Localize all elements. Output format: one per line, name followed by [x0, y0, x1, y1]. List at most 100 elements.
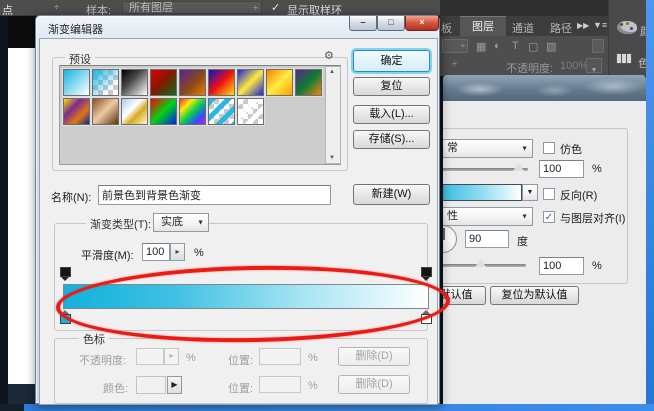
filter-adjustment-icon[interactable]: ◐ — [494, 40, 501, 52]
bottom-dark-corner — [0, 404, 24, 411]
blend-mode-value-partial: 常 — [447, 142, 458, 154]
minimize-button[interactable]: – — [349, 16, 377, 31]
tab-partial-swatches[interactable]: 板 — [441, 20, 452, 36]
spinner-icon: ÷ — [253, 2, 258, 14]
opacity-stop-left[interactable] — [60, 267, 71, 281]
tab-layers-label: 图层 — [472, 21, 494, 33]
spinner-icon[interactable]: ÷ — [452, 59, 457, 69]
align-with-layer-checkbox[interactable]: ✓ — [543, 211, 555, 223]
layer-opacity-value: 100% — [560, 60, 588, 72]
gradient-preview[interactable] — [443, 184, 522, 201]
opacity-stop-box — [421, 267, 432, 277]
layer-style-title-bar[interactable] — [443, 75, 646, 101]
gradient-picker-button[interactable]: ▼ — [522, 184, 538, 201]
chevron-down-icon: ▼ — [527, 189, 534, 196]
show-ring-checkbox[interactable]: ✓ — [271, 1, 280, 14]
filter-shape-icon[interactable]: ▢ — [528, 40, 538, 53]
aero-edge-bottom — [24, 404, 654, 411]
swatches-panel-icon[interactable] — [616, 53, 632, 64]
gradient-preset-swatch[interactable] — [63, 98, 90, 125]
gradient-preset-swatch[interactable] — [150, 98, 177, 125]
filter-smart-object-icon[interactable]: ▨ — [546, 40, 556, 53]
gradient-preset-swatch[interactable] — [150, 69, 177, 96]
panel-icon-strip: 颜 色 — [609, 0, 646, 76]
stop-opacity-percent: % — [186, 352, 196, 364]
stop-position-label: 位置: — [228, 352, 253, 368]
dialog-title-bar[interactable]: 渐变编辑器 – □ × — [36, 16, 439, 38]
gradient-preset-swatch[interactable] — [237, 98, 264, 125]
spinner-icon[interactable]: ÷ — [54, 2, 59, 12]
gradient-preset-swatch[interactable] — [121, 98, 148, 125]
gradient-preset-swatch[interactable] — [266, 69, 293, 96]
stop-color-label: 颜色: — [103, 380, 128, 396]
color-panel-icon[interactable] — [617, 21, 637, 34]
dialog-title: 渐变编辑器 — [48, 21, 103, 37]
style-dropdown[interactable]: 性 ▼ — [443, 207, 533, 226]
save-button[interactable]: 存储(S)... — [353, 130, 430, 149]
scroll-up-icon[interactable]: ▲ — [329, 69, 335, 75]
stop-color-position-field[interactable] — [259, 376, 301, 393]
stop-opacity-label: 不透明度: — [79, 352, 126, 368]
chevron-down-icon: ▼ — [591, 67, 598, 74]
gradient-preset-swatch[interactable] — [179, 69, 206, 96]
angle-field[interactable] — [465, 230, 509, 248]
stop-position-percent: % — [308, 352, 318, 364]
name-input[interactable] — [98, 185, 331, 205]
opacity-percent: % — [592, 163, 602, 175]
gradient-type-value: 实底 — [161, 216, 183, 228]
style-value-partial: 性 — [447, 210, 458, 222]
gradient-preset-swatch[interactable] — [208, 69, 235, 96]
ok-button[interactable]: 确定 — [353, 50, 430, 72]
smoothness-field[interactable] — [142, 243, 170, 261]
gradient-preview-fill — [443, 185, 521, 200]
gear-icon[interactable]: ⚙ — [324, 49, 334, 62]
left-edge — [0, 16, 8, 411]
close-button[interactable]: × — [405, 16, 439, 31]
filter-image-icon[interactable]: ▦ — [476, 40, 486, 53]
smoothness-popup-arrow[interactable]: ▸ — [170, 243, 185, 261]
gradient-preset-swatch[interactable] — [208, 98, 235, 125]
scale-field[interactable] — [539, 257, 584, 275]
smoothness-percent: % — [194, 247, 204, 259]
gradient-preset-swatch[interactable] — [92, 69, 119, 96]
blend-mode-dropdown[interactable]: 常 ▼ — [443, 139, 533, 158]
stop-color-picker-arrow[interactable]: ▶ — [167, 376, 182, 394]
gradient-preset-swatch[interactable] — [92, 98, 119, 125]
gradient-preset-swatch[interactable] — [179, 98, 206, 125]
tab-layers[interactable]: 图层 — [460, 16, 506, 36]
canvas-white-area — [8, 48, 36, 384]
sample-dropdown[interactable]: 所有图层 ÷ — [122, 1, 262, 14]
delete-opacity-stop-button[interactable]: 删除(D) — [338, 347, 410, 366]
layer-opacity-dropdown[interactable]: ▼ — [586, 58, 602, 73]
gradient-preset-swatch[interactable] — [237, 69, 264, 96]
gradient-preset-swatch[interactable] — [121, 69, 148, 96]
preset-scrollbar[interactable]: ▲ ▼ — [325, 66, 341, 164]
gradient-preset-swatch[interactable] — [295, 69, 322, 96]
maximize-button[interactable]: □ — [377, 16, 405, 31]
filter-kind-dropdown[interactable]: ÷ — [442, 39, 468, 53]
filter-type-icon[interactable]: T — [512, 40, 519, 52]
tab-channels[interactable]: 通道 — [512, 20, 534, 36]
stop-color-swatch[interactable] — [136, 376, 166, 394]
new-button[interactable]: 新建(W) — [353, 184, 430, 205]
opacity-stop-pointer — [61, 277, 69, 281]
delete-color-stop-button[interactable]: 删除(D) — [338, 375, 410, 394]
spinner-icon: ÷ — [461, 41, 465, 50]
reverse-checkbox[interactable] — [543, 188, 555, 200]
reset-button[interactable]: 复位 — [353, 77, 430, 96]
opacity-field[interactable] — [539, 160, 584, 178]
opacity-stop-right[interactable] — [421, 267, 432, 281]
tab-paths[interactable]: 路径 — [550, 20, 572, 36]
dither-checkbox[interactable] — [543, 142, 555, 154]
stop-opacity-field[interactable] — [136, 348, 164, 365]
gradient-type-dropdown[interactable]: 实底 ▼ — [153, 213, 209, 232]
stop-opacity-popup-arrow[interactable]: ▸ — [164, 348, 179, 365]
reset-default-button[interactable]: 复位为默认值 — [490, 286, 579, 305]
stop-position-field[interactable] — [259, 348, 301, 365]
load-button[interactable]: 载入(L)... — [353, 105, 430, 124]
panel-menu-icon[interactable]: ▼≡ — [593, 20, 607, 30]
gradient-preset-swatch[interactable] — [63, 69, 90, 96]
collapse-panels-icon[interactable]: ▶▶ — [577, 21, 589, 30]
filter-toggle-button[interactable] — [592, 39, 604, 53]
scroll-down-icon[interactable]: ▼ — [329, 155, 335, 161]
